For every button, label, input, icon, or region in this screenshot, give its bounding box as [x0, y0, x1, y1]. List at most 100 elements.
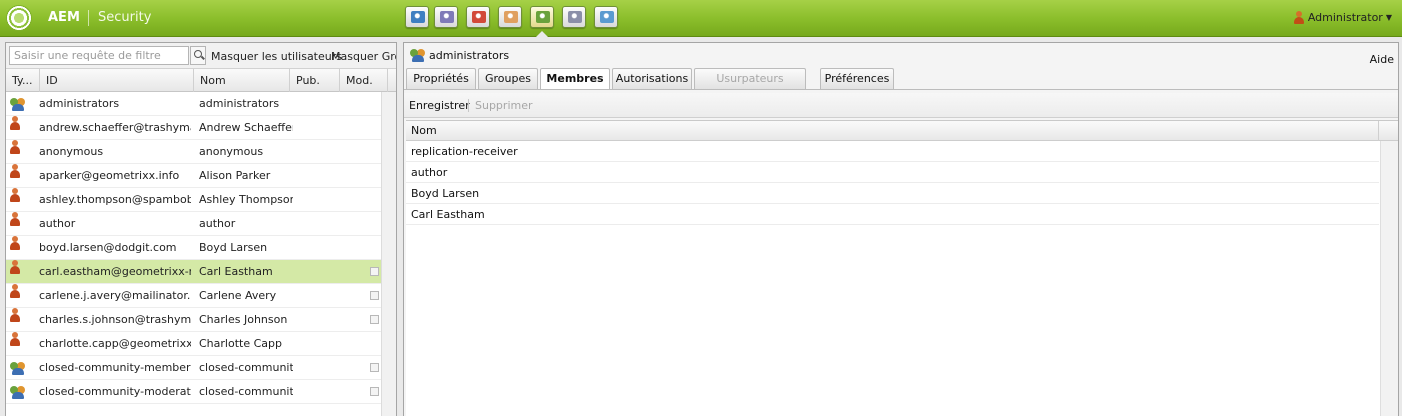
brand-name: AEM — [48, 10, 80, 25]
save-button[interactable]: Enregistrer — [409, 99, 470, 112]
table-row[interactable]: closed-community-moderators closed-commun… — [6, 380, 396, 404]
row-id: charles.s.johnson@trashyma... — [39, 313, 191, 326]
group-icon — [10, 385, 26, 400]
help-link[interactable]: Aide — [1370, 53, 1394, 66]
group-icon — [410, 48, 426, 63]
user-icon — [9, 236, 25, 251]
row-name: Charlotte Capp — [199, 337, 282, 350]
table-row[interactable]: carlene.j.avery@mailinator.c... Carlene A… — [6, 284, 396, 308]
users-icon[interactable] — [530, 6, 554, 28]
column-header-type[interactable]: Ty... — [6, 69, 40, 92]
tools-gear-icon[interactable] — [562, 6, 586, 28]
row-name: administrators — [199, 97, 280, 110]
row-id: aparker@geometrixx.info — [39, 169, 180, 182]
row-id: closed-community-members — [39, 361, 191, 374]
delete-button[interactable]: Supprimer — [475, 99, 533, 112]
active-tool-pointer-icon — [536, 31, 548, 37]
members-toolbar: Enregistrer Supprimer — [404, 93, 1398, 118]
member-row[interactable]: author — [406, 162, 1379, 183]
tagging-icon[interactable] — [594, 6, 618, 28]
table-row[interactable]: author author — [6, 212, 396, 236]
row-name: closed-communit... — [199, 361, 293, 374]
tab-2[interactable]: Membres — [540, 68, 610, 90]
user-icon — [9, 140, 25, 155]
section-title: Security — [98, 10, 152, 25]
table-row[interactable]: andrew.schaeffer@trashyma... Andrew Schae… — [6, 116, 396, 140]
top-bar: AEM Security Administrator ▼ — [0, 0, 1402, 37]
row-name: Ashley Thompson — [199, 193, 293, 206]
row-name: Carl Eastham — [199, 265, 273, 278]
search-icon[interactable] — [190, 46, 206, 65]
user-menu[interactable]: Administrator ▼ — [1293, 11, 1392, 24]
column-header-name[interactable]: Nom — [194, 69, 290, 92]
user-icon — [9, 116, 25, 131]
tab-1[interactable]: Groupes — [478, 68, 538, 89]
websites-icon[interactable] — [405, 6, 429, 28]
modified-checkbox[interactable] — [370, 363, 379, 372]
table-row[interactable]: closed-community-members closed-communit.… — [6, 356, 396, 380]
user-icon — [9, 260, 25, 275]
detail-panel: administrators Aide Propriétés Groupes Mem… — [403, 42, 1399, 416]
row-id: charlotte.capp@geometrixx-... — [39, 337, 191, 350]
campaigns-icon[interactable] — [466, 6, 490, 28]
tab-5[interactable]: Préférences — [820, 68, 894, 89]
tab-4: Usurpateurs d'identité — [694, 68, 806, 105]
filter-input[interactable] — [9, 46, 189, 65]
chevron-down-icon: ▼ — [1385, 13, 1392, 22]
column-header-pub[interactable]: Pub. — [290, 69, 340, 92]
user-icon — [9, 284, 25, 299]
member-row[interactable]: Boyd Larsen — [406, 183, 1379, 204]
tab-0[interactable]: Propriétés — [406, 68, 476, 89]
aem-logo-icon[interactable] — [6, 5, 32, 31]
table-row[interactable]: boyd.larsen@dodgit.com Boyd Larsen — [6, 236, 396, 260]
member-row[interactable]: Carl Eastham — [406, 204, 1379, 225]
modified-checkbox[interactable] — [370, 291, 379, 300]
user-icon — [9, 212, 25, 227]
table-row[interactable]: charles.s.johnson@trashyma... Charles Joh… — [6, 308, 396, 332]
members-scrollbar[interactable] — [1380, 141, 1398, 416]
group-icon — [10, 97, 26, 112]
group-icon — [10, 361, 26, 376]
hide-groups-button[interactable]: Masquer Grou — [331, 50, 396, 63]
row-name: anonymous — [199, 145, 264, 158]
user-icon — [9, 332, 25, 347]
user-name: Administrator — [1307, 11, 1383, 24]
members-grid: Nom replication-receiver author Boyd Larse… — [406, 120, 1398, 416]
column-header-mod[interactable]: Mod. — [340, 69, 388, 92]
row-name: Alison Parker — [199, 169, 271, 182]
row-id: boyd.larsen@dodgit.com — [39, 241, 177, 254]
row-name: Charles Johnson — [199, 313, 288, 326]
row-id: ashley.thompson@spambob.... — [39, 193, 191, 206]
row-name: Boyd Larsen — [199, 241, 268, 254]
table-row[interactable]: carl.eastham@geometrixx-m... Carl Eastham — [6, 260, 396, 284]
users-groups-panel: Masquer les utilisateurs Masquer Grou Ty… — [5, 42, 397, 416]
table-row[interactable]: ashley.thompson@spambob.... Ashley Thomps… — [6, 188, 396, 212]
members-list: replication-receiver author Boyd Larsen Car… — [406, 141, 1379, 225]
row-id: anonymous — [39, 145, 104, 158]
table-row[interactable]: charlotte.capp@geometrixx-... Charlotte C… — [6, 332, 396, 356]
hide-users-button[interactable]: Masquer les utilisateurs — [211, 50, 342, 63]
left-toolbar: Masquer les utilisateurs Masquer Grou — [6, 43, 396, 69]
user-icon — [9, 308, 25, 323]
modified-checkbox[interactable] — [370, 315, 379, 324]
row-id: andrew.schaeffer@trashyma... — [39, 121, 191, 134]
tab-3[interactable]: Autorisations — [612, 68, 692, 89]
user-icon — [1293, 11, 1305, 24]
selected-authorizable-title: administrators — [429, 49, 510, 62]
row-name: Andrew Schaeffer — [199, 121, 293, 134]
row-id: author — [39, 217, 76, 230]
table-row[interactable]: aparker@geometrixx.info Alison Parker — [6, 164, 396, 188]
modified-checkbox[interactable] — [370, 267, 379, 276]
column-header-id[interactable]: ID — [40, 69, 194, 92]
modified-checkbox[interactable] — [370, 387, 379, 396]
left-scrollbar[interactable] — [381, 92, 396, 416]
member-row[interactable]: replication-receiver — [406, 141, 1379, 162]
table-row[interactable]: anonymous anonymous — [6, 140, 396, 164]
row-id: administrators — [39, 97, 120, 110]
inbox-icon[interactable] — [498, 6, 522, 28]
column-header-member-name[interactable]: Nom — [406, 121, 1379, 141]
table-row[interactable]: administrators administrators — [6, 92, 396, 116]
digital-assets-icon[interactable] — [434, 6, 458, 28]
row-name: closed-communit... — [199, 385, 293, 398]
grid-header: Ty... ID Nom Pub. Mod. — [6, 69, 396, 92]
